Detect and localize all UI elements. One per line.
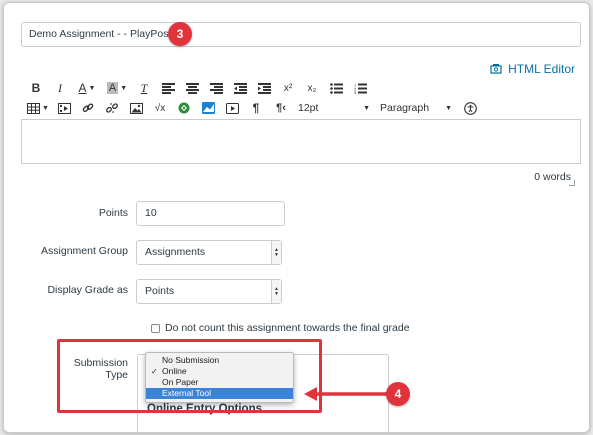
background-color-icon[interactable]: A ▼ <box>104 79 130 97</box>
chevron-down-icon: ▼ <box>120 84 128 92</box>
table-icon[interactable]: ▼ <box>26 99 50 117</box>
final-grade-checkbox-label: Do not count this assignment towards the… <box>165 322 410 334</box>
background-color-glyph: A <box>106 82 119 94</box>
image-icon[interactable] <box>126 99 146 117</box>
assignment-group-value: Assignments <box>145 246 206 258</box>
italic-icon[interactable]: I <box>50 79 70 97</box>
subscript-icon[interactable]: x₂ <box>302 79 322 97</box>
points-label: Points <box>98 207 128 219</box>
link-icon[interactable] <box>78 99 98 117</box>
submission-type-highlight-box <box>57 339 322 413</box>
svg-text:3: 3 <box>354 90 357 94</box>
chevron-down-icon: ▼ <box>88 84 96 92</box>
font-size-select[interactable]: 12pt ▼ <box>296 99 372 117</box>
bold-icon[interactable]: B <box>26 79 46 97</box>
display-grade-value: Points <box>145 285 175 297</box>
superscript-icon[interactable]: x² <box>278 79 298 97</box>
step-3-callout-badge: 3 <box>168 22 192 46</box>
video-icon[interactable] <box>222 99 242 117</box>
word-count: 0 words <box>534 171 571 183</box>
clear-formatting-icon[interactable]: T <box>134 79 154 97</box>
final-grade-checkbox-row[interactable]: Do not count this assignment towards the… <box>151 322 410 334</box>
accessibility-icon[interactable] <box>460 99 480 117</box>
select-arrows-icon: ▲ ▼ <box>271 241 281 264</box>
indent-icon[interactable] <box>254 79 274 97</box>
html-editor-icon <box>490 64 502 74</box>
font-size-value: 12pt <box>298 102 319 114</box>
block-format-value: Paragraph <box>380 102 430 114</box>
chevron-down-icon: ▼ <box>445 104 452 112</box>
html-editor-label: HTML Editor <box>508 62 575 76</box>
assignment-title-input[interactable]: Demo Assignment - - PlayPosit <box>21 22 581 47</box>
block-format-select[interactable]: Paragraph ▼ <box>378 99 454 117</box>
assignment-edit-window: Demo Assignment - - PlayPosit 3 HTML Edi… <box>3 2 590 433</box>
math-equation-icon[interactable]: √x <box>150 99 170 117</box>
display-grade-select[interactable]: Points ▲ ▼ <box>136 279 282 304</box>
rte-toolbar-row-1: B I A ▼ A ▼ T x² x₂ 123 <box>26 79 374 97</box>
flickr-icon[interactable] <box>198 99 218 117</box>
display-grade-label: Display Grade as <box>47 284 128 296</box>
paragraph-ltr-icon[interactable]: ¶ <box>246 99 266 117</box>
assignment-group-select[interactable]: Assignments ▲ ▼ <box>136 240 282 265</box>
html-editor-link[interactable]: HTML Editor <box>490 61 575 77</box>
rich-text-editor-body[interactable] <box>21 119 581 164</box>
bullet-list-icon[interactable] <box>326 79 346 97</box>
chevron-down-icon: ▼ <box>42 104 49 112</box>
align-left-icon[interactable] <box>158 79 178 97</box>
callout-arrow-icon <box>304 387 389 401</box>
text-color-glyph: A <box>78 81 87 95</box>
chevron-down-icon: ▼ <box>363 104 370 112</box>
unlink-icon[interactable] <box>102 99 122 117</box>
numbered-list-icon[interactable]: 123 <box>350 79 370 97</box>
select-arrows-icon: ▲ ▼ <box>271 280 281 303</box>
final-grade-checkbox[interactable] <box>151 323 160 333</box>
align-center-icon[interactable] <box>182 79 202 97</box>
apps-icon[interactable] <box>174 99 194 117</box>
outdent-icon[interactable] <box>230 79 250 97</box>
text-color-icon[interactable]: A ▼ <box>74 79 100 97</box>
align-right-icon[interactable] <box>206 79 226 97</box>
media-icon[interactable] <box>54 99 74 117</box>
step-4-callout-badge: 4 <box>386 382 410 406</box>
paragraph-rtl-icon[interactable]: ¶‹ <box>270 99 292 117</box>
resize-handle-icon[interactable] <box>569 180 575 186</box>
points-input[interactable]: 10 <box>136 201 285 226</box>
assignment-group-label: Assignment Group <box>41 245 128 257</box>
rte-toolbar-row-2: ▼ √x ¶ ¶‹ 12pt ▼ Paragraph ▼ <box>26 99 484 117</box>
